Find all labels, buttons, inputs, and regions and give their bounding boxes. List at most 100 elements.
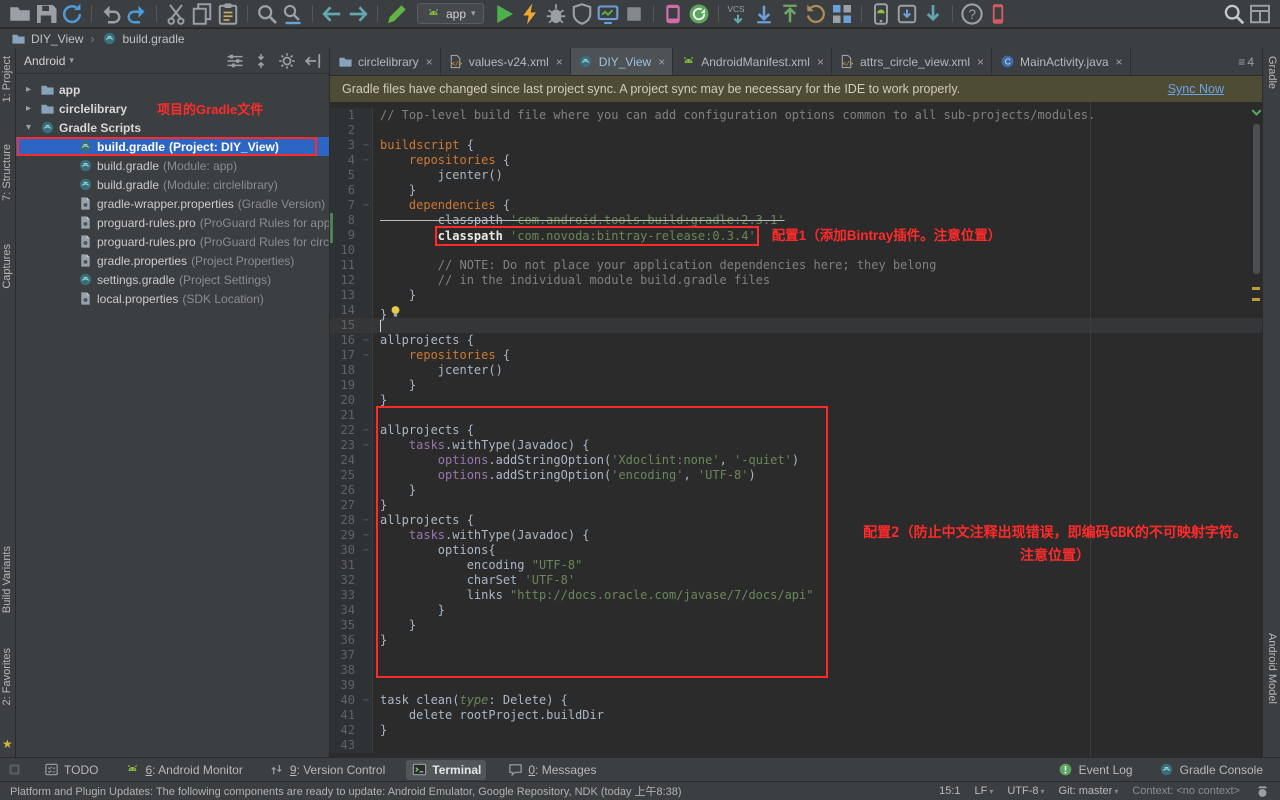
- code-line-19[interactable]: 19 }: [330, 378, 1262, 393]
- code-line-37[interactable]: 37: [330, 648, 1262, 663]
- editor-tab-androidmanifest-xml[interactable]: AndroidManifest.xml ×: [673, 48, 832, 75]
- search-icon[interactable]: [1222, 2, 1246, 26]
- code-line-2[interactable]: 2: [330, 123, 1262, 138]
- redo-icon[interactable]: [125, 2, 149, 26]
- editor-tab-mainactivity-java[interactable]: C MainActivity.java ×: [992, 48, 1131, 75]
- code-line-12[interactable]: 12 // in the individual module build.gra…: [330, 273, 1262, 288]
- vcs-revert-icon[interactable]: [804, 2, 828, 26]
- fold-marker-icon[interactable]: −: [360, 198, 373, 213]
- open-icon[interactable]: [8, 2, 32, 26]
- close-tab-icon[interactable]: ×: [1116, 55, 1123, 69]
- code-line-24[interactable]: 24 options.addStringOption('Xdoclint:non…: [330, 453, 1262, 468]
- find-icon[interactable]: [255, 2, 279, 26]
- vcs-commit-icon[interactable]: [778, 2, 802, 26]
- fold-marker-icon[interactable]: −: [360, 423, 373, 438]
- stripe-captures-button[interactable]: Captures: [1, 244, 13, 289]
- hide-icon[interactable]: [303, 49, 323, 73]
- tabs-overflow-indicator[interactable]: ≡ 4: [1230, 48, 1262, 75]
- toolwindow-button-android-monitor[interactable]: 6: Android Monitor: [119, 760, 247, 780]
- code-line-42[interactable]: 42}: [330, 723, 1262, 738]
- code-line-27[interactable]: 27}: [330, 498, 1262, 513]
- editor-tab-circlelibrary[interactable]: circlelibrary ×: [330, 48, 441, 75]
- stripe-favorites-button[interactable]: 2: Favorites: [1, 648, 13, 705]
- toolwindow-switcher-icon[interactable]: [6, 762, 22, 778]
- stripe-gradle-button[interactable]: Gradle: [1266, 56, 1278, 89]
- code-line-10[interactable]: 10: [330, 243, 1262, 258]
- code-line-36[interactable]: 36}: [330, 633, 1262, 648]
- editor-tab-values-v24-xml[interactable]: </> values-v24.xml ×: [441, 48, 571, 75]
- debug-icon[interactable]: [544, 2, 568, 26]
- project-view-selector[interactable]: Android: [24, 54, 65, 68]
- encoding-widget[interactable]: UTF-8 ▾: [1007, 785, 1044, 797]
- code-line-34[interactable]: 34 }: [330, 603, 1262, 618]
- run-icon[interactable]: [492, 2, 516, 26]
- save-icon[interactable]: [34, 2, 58, 26]
- toolwindow-button-gradle-console[interactable]: Gradle Console: [1154, 760, 1268, 780]
- replace-icon[interactable]: [281, 2, 305, 26]
- download-icon[interactable]: [921, 2, 945, 26]
- fold-marker-icon[interactable]: −: [360, 438, 373, 453]
- stripe-build-variants-button[interactable]: Build Variants: [1, 546, 13, 613]
- code-line-15[interactable]: 15: [330, 318, 1262, 333]
- warning-stripe-mark[interactable]: [1252, 287, 1260, 290]
- code-line-22[interactable]: 22− allprojects {: [330, 423, 1262, 438]
- android-monitor-icon[interactable]: [661, 2, 685, 26]
- caret-position-widget[interactable]: 15:1: [939, 785, 960, 797]
- help-icon[interactable]: ?: [960, 2, 984, 26]
- code-line-1[interactable]: 1 // Top-level build file where you can a…: [330, 108, 1262, 123]
- warning-stripe-mark[interactable]: [1252, 298, 1260, 301]
- code-editor[interactable]: 1 // Top-level build file where you can a…: [330, 102, 1262, 757]
- code-line-35[interactable]: 35 }: [330, 618, 1262, 633]
- window-grid-icon[interactable]: [1248, 2, 1272, 26]
- project-tree-item-build-gradle[interactable]: build.gradle (Module: app): [16, 156, 329, 175]
- fold-marker-icon[interactable]: −: [360, 528, 373, 543]
- sync-icon[interactable]: [60, 2, 84, 26]
- code-line-4[interactable]: 4− repositories {: [330, 153, 1262, 168]
- cut-icon[interactable]: [164, 2, 188, 26]
- code-line-20[interactable]: 20}: [330, 393, 1262, 408]
- stripe-project-button[interactable]: 1: Project: [1, 56, 13, 102]
- project-tree-item-app[interactable]: ▸ app: [16, 80, 329, 99]
- fold-marker-icon[interactable]: −: [360, 153, 373, 168]
- code-line-33[interactable]: 33 links "http://docs.oracle.com/javase/…: [330, 588, 1262, 603]
- changes-icon[interactable]: [830, 2, 854, 26]
- code-line-16[interactable]: 16− allprojects {: [330, 333, 1262, 348]
- code-line-25[interactable]: 25 options.addStringOption('encoding', '…: [330, 468, 1262, 483]
- collapse-icon[interactable]: [251, 49, 271, 73]
- close-tab-icon[interactable]: ×: [658, 55, 665, 69]
- gear-icon[interactable]: [277, 49, 297, 73]
- coverage-icon[interactable]: [570, 2, 594, 26]
- code-line-32[interactable]: 32 charSet 'UTF-8': [330, 573, 1262, 588]
- close-tab-icon[interactable]: ×: [556, 55, 563, 69]
- fold-marker-icon[interactable]: −: [360, 333, 373, 348]
- code-line-8[interactable]: 8 classpath 'com.android.tools.build:gra…: [330, 213, 1262, 228]
- scrollbar-thumb[interactable]: [1253, 124, 1260, 274]
- project-tree-item-proguard-rules-pro[interactable]: proguard-rules.pro (ProGuard Rules for c…: [16, 232, 329, 251]
- vcs-checkout-icon[interactable]: VCS: [726, 2, 750, 26]
- profiler-icon[interactable]: [596, 2, 620, 26]
- breadcrumb-file[interactable]: build.gradle: [122, 32, 184, 46]
- bulb-icon[interactable]: [387, 303, 403, 319]
- toolwindow-button-messages[interactable]: 0: Messages: [502, 760, 601, 780]
- project-tree-item-proguard-rules-pro[interactable]: proguard-rules.pro (ProGuard Rules for a…: [16, 213, 329, 232]
- sliders-icon[interactable]: [225, 49, 245, 73]
- breadcrumb-project[interactable]: DIY_View: [31, 32, 83, 46]
- code-line-5[interactable]: 5 jcenter(): [330, 168, 1262, 183]
- fold-marker-icon[interactable]: −: [360, 543, 373, 558]
- project-tree-item-gradle-wrapper-properties[interactable]: gradle-wrapper.properties (Gradle Versio…: [16, 194, 329, 213]
- project-tree-item-build-gradle[interactable]: build.gradle (Project: DIY_View): [16, 137, 329, 156]
- chevron-expanded-icon[interactable]: ▾: [22, 122, 35, 133]
- code-line-11[interactable]: 11 // NOTE: Do not place your applicatio…: [330, 258, 1262, 273]
- toolwindow-button-version-control[interactable]: 9: Version Control: [264, 760, 390, 780]
- fold-marker-icon[interactable]: −: [360, 348, 373, 363]
- code-line-40[interactable]: 40− task clean(type: Delete) {: [330, 693, 1262, 708]
- code-line-38[interactable]: 38: [330, 663, 1262, 678]
- close-tab-icon[interactable]: ×: [817, 55, 824, 69]
- project-tree-item-build-gradle[interactable]: build.gradle (Module: circlelibrary): [16, 175, 329, 194]
- code-line-7[interactable]: 7− dependencies {: [330, 198, 1262, 213]
- fold-marker-icon[interactable]: −: [360, 138, 373, 153]
- project-tree-item-gradle-properties[interactable]: gradle.properties (Project Properties): [16, 251, 329, 270]
- code-line-6[interactable]: 6 }: [330, 183, 1262, 198]
- code-line-14[interactable]: 14}: [330, 303, 1262, 322]
- vcs-branch-widget[interactable]: Git: master ▾: [1059, 785, 1119, 797]
